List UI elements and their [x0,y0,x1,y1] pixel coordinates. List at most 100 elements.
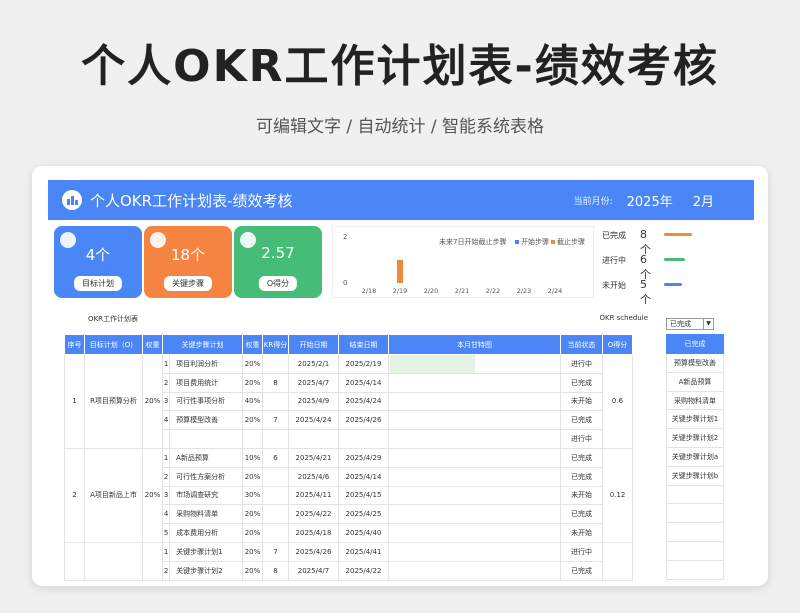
end-date: 2025/4/24 [338,391,389,412]
gantt-cell [388,523,561,543]
kr-weight: 20% [242,504,263,525]
end-date: 2025/2/19 [338,354,389,374]
kr-index: 2 [161,372,171,393]
column-header: 本月甘特图 [388,334,561,355]
hero-subtitle: 可编辑文字 / 自动统计 / 智能系统表格 [255,117,545,137]
filtered-item: 关键步骤计划a [666,447,724,467]
start-date: 2025/4/18 [288,523,339,543]
table-row[interactable]: 1 关键步骤计划1 20% 7 2025/4/26 2025/4/41 进行中 [64,541,633,581]
status-cell: 进行中 [560,541,603,562]
end-date: 2025/4/22 [338,560,389,581]
kr-name [169,429,243,449]
end-date: 2025/4/14 [338,372,389,393]
o-score: 0.12 [602,447,633,543]
end-date: 2025/4/26 [338,410,389,431]
gantt-cell [388,560,561,581]
start-date: 2025/4/26 [288,541,339,562]
dropdown-arrow-icon[interactable]: ▼ [703,319,713,329]
kr-index: 2 [161,560,171,581]
year-value[interactable]: 2025年 [627,191,673,210]
gantt-cell [388,485,561,506]
end-date: 2025/4/41 [338,541,389,562]
filtered-list-header: 已完成 [666,334,724,354]
kr-score: 7 [262,541,289,562]
status-cell: 未开始 [560,391,603,412]
kr-score [262,354,289,374]
start-date: 2025/4/22 [288,504,339,525]
kr-score [262,429,289,449]
gantt-cell [388,354,561,374]
kr-weight: 20% [242,541,263,562]
gantt-cell [388,466,561,487]
status-progress-bar [664,283,682,286]
kr-weight: 10% [242,447,263,468]
kr-name: A新品预算 [169,447,243,468]
month-value[interactable]: 2月 [693,191,714,210]
objective-name [84,541,143,581]
x-tick-label: 2/19 [392,287,408,295]
kr-name: 市场调查研究 [169,485,243,506]
x-tick-label: 2/23 [516,287,532,295]
objective-no [64,541,85,581]
start-date: 2025/4/7 [288,372,339,393]
kr-name: 预算模型改善 [169,410,243,431]
x-tick-label: 2/22 [485,287,501,295]
upcoming-steps-chart: 2 0 未来7日开始截止步骤 开始步骤 截止步骤 2/18 2/19 2/20 2/2… [332,226,594,298]
start-date: 2025/2/1 [288,354,339,374]
objective-name: R项目预算分析 [84,354,143,449]
kr-score [262,504,289,525]
kpi-label: O得分 [258,276,298,291]
end-date: 2025/4/14 [338,466,389,487]
bar-end [397,260,403,283]
column-header: 关键步骤计划 [162,334,243,355]
legend-start: 开始步骤 [515,237,549,247]
okr-table-panel: OKR工作计划表 OKR schedule 序号 目标计划（O） 权重 关键步骤计划权… [58,308,652,586]
column-header: 当前状态 [560,334,603,355]
gantt-cell [388,504,561,525]
end-date: 2025/4/29 [338,447,389,468]
column-header: KR得分 [262,334,289,355]
status-label: 进行中 [602,256,626,265]
gantt-cell [388,429,561,449]
kr-score [262,466,289,487]
table-row[interactable]: 1 R项目预算分析 20% 1 项目利润分析 20% 2025/2/1 2025/2/19 进行… [64,354,633,449]
end-date: 2025/4/40 [338,523,389,543]
kr-name: 可行性事项分析 [169,391,243,412]
filtered-item: 关键步骤计划2 [666,429,724,448]
filter-panel: 已完成 ▼ 已完成 预算模型改善 A新品预算 采购物料清单 关键步骤计划1 关键步骤计划… [666,318,724,586]
objective-weight: 20% [142,354,163,449]
status-count: 5个 [640,278,651,306]
column-header: 目标计划（O） [84,334,143,355]
start-date [288,429,339,449]
kr-score: 8 [262,560,289,581]
status-progress-bar [664,233,693,236]
table-row[interactable]: 2 A项目新品上市 20% 1 A新品预算 10% 6 2025/4/21 2025/4/29 已… [64,447,633,543]
kpi-value: 18个 [170,246,206,264]
kpi-label: 关键步骤 [164,276,212,291]
filtered-item [666,485,724,505]
status-cell: 已完成 [560,410,603,431]
start-date: 2025/4/24 [288,410,339,431]
kr-index: 2 [161,466,171,487]
start-date: 2025/4/21 [288,447,339,468]
kr-index: 1 [161,354,171,374]
end-date: 2025/4/15 [338,485,389,506]
kr-name: 关键步骤计划2 [169,560,243,581]
filtered-item: 关键步骤计划1 [666,410,724,430]
objective-weight: 20% [142,447,163,543]
status-cell: 已完成 [560,504,603,525]
kr-score: 7 [262,410,289,431]
status-filter-select[interactable]: 已完成 ▼ [666,318,714,330]
kr-weight: 20% [242,523,263,543]
kr-index: 1 [161,541,171,562]
kr-score [262,485,289,506]
kr-weight: 20% [242,466,263,487]
kr-weight: 20% [242,354,263,374]
filtered-list: 已完成 预算模型改善 A新品预算 采购物料清单 关键步骤计划1 关键步骤计划2 关键步骤计… [666,334,724,580]
status-label: 已完成 [602,231,626,240]
objective-no: 1 [64,354,85,449]
table-title-en: OKR schedule [599,314,648,322]
top-bar: 个人OKR工作计划表-绩效考核 当前月份: 2025年 2月 [48,180,754,220]
status-cell: 进行中 [560,354,603,374]
month-label: 当前月份: [573,196,613,207]
